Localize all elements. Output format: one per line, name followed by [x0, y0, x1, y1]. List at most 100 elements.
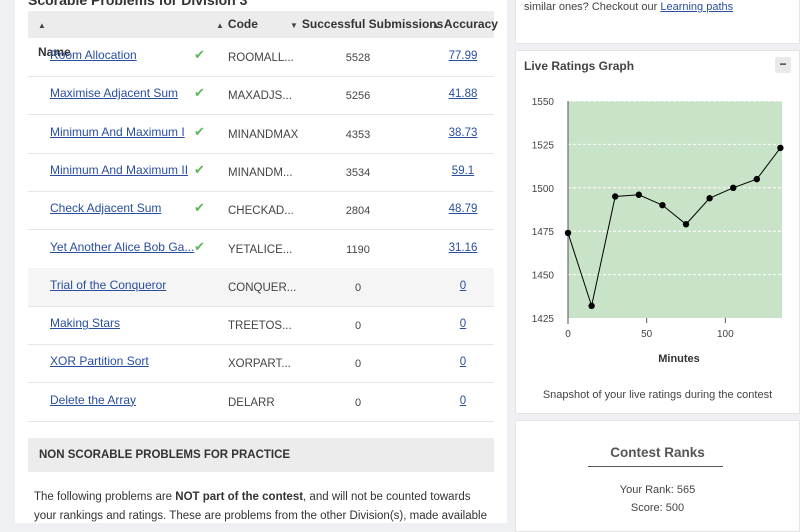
problem-name-link[interactable]: Yet Another Alice Bob Ga... [50, 230, 194, 268]
table-header: ▲ Name ▲ Code ▼ Successful Submissions ▲ Acc… [28, 11, 498, 59]
sort-desc-icon: ▼ [290, 21, 298, 30]
problem-code: DELARR [228, 396, 275, 409]
problem-code: YETALICE... [228, 243, 293, 256]
rating-point [588, 302, 595, 310]
x-tick-label: 100 [717, 329, 734, 340]
learning-paths-text: similar ones? Checkout our Learning path… [524, 1, 734, 13]
problem-code: MINANDMAX [228, 128, 299, 141]
problem-code: ROOMALL... [228, 52, 294, 64]
non-scorable-header: NON SCORABLE PROBLEMS FOR PRACTICE [28, 438, 494, 472]
sort-icon: ▲ [432, 21, 440, 30]
successful-submissions: 5256 [345, 90, 371, 103]
y-tick-label: 1475 [532, 227, 555, 238]
live-ratings-card: Live Ratings Graph − 1425 1450 1475 1500 152… [515, 50, 800, 414]
problems-panel: Scorable Problems for Division 3 ▲ Name ▲… [15, 0, 507, 523]
accuracy-link[interactable]: 59.1 [433, 153, 493, 191]
problem-code: TREETOS... [228, 320, 292, 333]
code-column-header[interactable]: ▲ Code [216, 11, 258, 38]
table-row: Minimum And Maximum I ✔ MINANDMAX 4353 38.73 [28, 115, 494, 154]
accuracy-link[interactable]: 31.16 [433, 230, 493, 268]
rating-point [730, 184, 737, 191]
rating-point [753, 175, 761, 183]
contest-ranks-card: Contest Ranks Your Rank: 565 Score: 500 [515, 420, 800, 532]
solved-check-icon: ✔ [194, 85, 205, 101]
successful-submissions: 1190 [346, 243, 370, 256]
solved-check-icon: ✔ [194, 161, 205, 177]
problem-name-link[interactable]: Delete the Array [50, 383, 136, 421]
sort-icon: ▲ [216, 21, 224, 30]
rating-point [777, 144, 784, 152]
rating-point [682, 221, 690, 228]
successful-submissions: 5528 [345, 52, 371, 64]
problem-name-link[interactable]: Making Stars [50, 306, 120, 344]
accuracy-link[interactable]: 77.99 [433, 38, 493, 76]
accuracy-link[interactable]: 0 [433, 383, 493, 421]
accuracy-link[interactable]: 0 [433, 344, 493, 382]
successful-submissions: 4353 [345, 128, 371, 141]
accuracy-link[interactable]: 0 [433, 268, 493, 306]
rating-point [635, 191, 643, 198]
problem-name-link[interactable]: Check Adjacent Sum [50, 191, 161, 229]
successful-submissions: 0 [354, 396, 362, 409]
rating-point [706, 195, 713, 202]
table-row: Room Allocation ✔ ROOMALL... 5528 77.99 [28, 38, 494, 77]
x-tick-label: 0 [565, 329, 571, 340]
solved-check-icon: ✔ [194, 238, 205, 254]
accuracy-link[interactable]: 48.79 [433, 191, 493, 229]
table-row: Delete the Array DELARR 0 0 [28, 383, 494, 422]
successful-submissions: 3534 [345, 166, 371, 179]
plot-area [568, 101, 782, 318]
title-underline [588, 466, 723, 467]
problem-name-link[interactable]: Minimum And Maximum I [50, 115, 185, 153]
successful-submissions-column-header[interactable]: ▼ Successful Submissions [290, 11, 443, 38]
non-scorable-description: The following problems are NOT part of t… [34, 491, 487, 522]
rating-point [659, 201, 666, 209]
problem-name-link[interactable]: Minimum And Maximum II [50, 153, 188, 191]
problem-code: CONQUER... [228, 281, 297, 294]
problem-name-link[interactable]: Room Allocation [50, 38, 137, 76]
accuracy-link[interactable]: 41.88 [433, 76, 493, 114]
problem-name-link[interactable]: Maximise Adjacent Sum [50, 76, 178, 114]
successful-submissions: 0 [354, 281, 362, 294]
successful-submissions: 0 [354, 358, 362, 371]
accuracy-link[interactable]: 38.73 [433, 115, 493, 153]
table-row: Check Adjacent Sum ✔ CHECKAD... 2804 48.79 [28, 191, 494, 231]
successful-submissions: 2804 [345, 205, 371, 218]
table-row: Maximise Adjacent Sum ✔ MAXADJS... 5256 41.8… [28, 76, 494, 116]
contest-ranks-title: Contest Ranks [610, 445, 705, 460]
name-column-header[interactable]: ▲ Name [38, 11, 71, 59]
graph-caption: Snapshot of your live ratings during the… [542, 389, 773, 401]
problem-code: XORPART... [228, 358, 291, 371]
ratings-chart: 1425 1450 1475 1500 1525 1550 0 50 100 Minutes [532, 97, 784, 365]
rating-point [564, 229, 572, 237]
accuracy-link[interactable]: 0 [433, 306, 493, 344]
table-row: Minimum And Maximum II ✔ MINANDM... 3534 59.… [28, 153, 494, 192]
problem-name-link[interactable]: XOR Partition Sort [50, 344, 149, 382]
y-tick-label: 1425 [532, 314, 555, 325]
accuracy-column-header[interactable]: ▲ Accuracy [432, 11, 498, 38]
y-tick-label: 1525 [532, 140, 555, 151]
learning-paths-link[interactable]: Learning paths [660, 1, 733, 13]
x-tick-label: 50 [641, 329, 653, 340]
solved-check-icon: ✔ [194, 200, 205, 216]
sort-icon: ▲ [38, 21, 46, 30]
y-tick-label: 1550 [532, 97, 555, 108]
your-rank: Your Rank: 565 [619, 484, 696, 496]
problem-name-link[interactable]: Trial of the Conqueror [50, 268, 166, 306]
problem-code: CHECKAD... [228, 205, 294, 218]
table-row: XOR Partition Sort XORPART... 0 0 [28, 344, 494, 384]
section-title: Scorable Problems for Division 3 [28, 0, 248, 8]
rating-point [612, 193, 619, 200]
learning-paths-card: similar ones? Checkout our Learning path… [515, 0, 800, 44]
table-row: Yet Another Alice Bob Ga... ✔ YETALICE... 1… [28, 230, 494, 269]
problem-code: MINANDM... [228, 166, 293, 179]
y-tick-label: 1450 [532, 271, 555, 282]
successful-submissions: 0 [354, 320, 362, 333]
problem-code: MAXADJS... [228, 90, 292, 103]
solved-check-icon: ✔ [194, 123, 205, 139]
table-row: Making Stars TREETOS... 0 0 [28, 306, 494, 346]
x-axis-label: Minutes [658, 353, 700, 365]
score: Score: 500 [630, 502, 685, 514]
table-row: Trial of the Conqueror CONQUER... 0 0 [28, 267, 494, 307]
solved-check-icon: ✔ [194, 47, 205, 62]
